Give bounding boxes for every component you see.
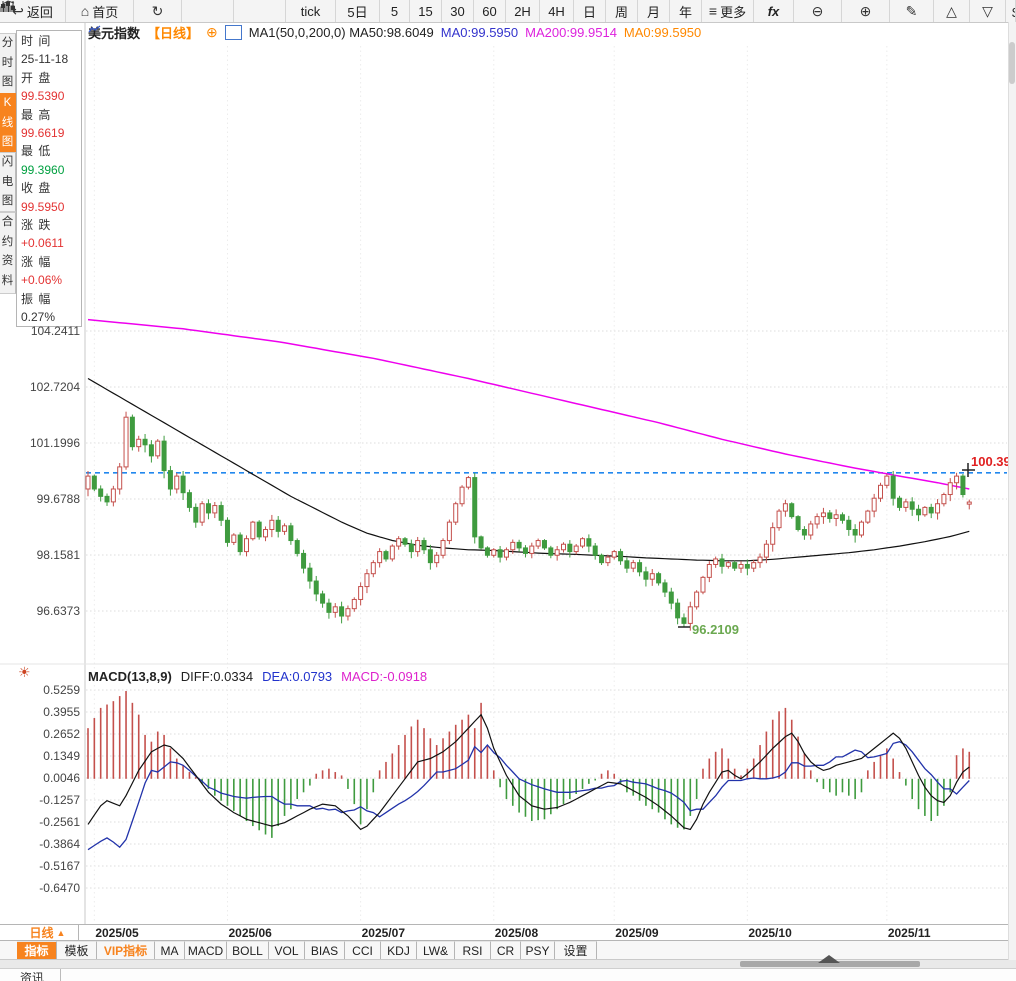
period-tag: 【日线】 [147,23,199,42]
main-y-axis-label: 102.7204 [18,380,80,394]
news-row [0,968,1016,981]
indicator-tab-RSI[interactable]: RSI [455,941,491,959]
x-axis-label: 2025/06 [228,926,271,940]
indicator-tab-设置[interactable]: 设置 [555,941,597,959]
indicator-tab-指标[interactable]: 指标 [17,941,57,959]
side-tab-3[interactable]: 闪电图 [0,152,16,212]
indicator-tab-模板[interactable]: 模板 [57,941,97,959]
candles-layer [86,412,971,631]
macd-y-axis-label: -0.2561 [18,815,80,829]
macd-y-axis-label: 0.3955 [18,705,80,719]
quote-label: 收 盘 [21,179,81,197]
main-y-axis-label: 104.2411 [18,324,80,338]
quote-value: 99.5390 [21,87,81,105]
quote-value: 99.6619 [21,124,81,142]
period-selector[interactable]: 日线 ▲ [17,925,79,940]
indicator-tab-PSY[interactable]: PSY [521,941,555,959]
main-y-axis-label: 96.6373 [18,604,80,618]
main-y-axis-label: 98.1581 [18,548,80,562]
quote-label: 涨 幅 [21,253,81,271]
quote-value: 99.5950 [21,198,81,216]
ma200-label: MA200:99.9514 [525,25,617,40]
period-arrow-icon: ▲ [57,928,66,938]
lowest-price-label: 96.2109 [692,622,739,637]
quote-value: +0.0611 [21,234,81,252]
quote-label: 开 盘 [21,69,81,87]
indicator-tab-MACD[interactable]: MACD [185,941,227,959]
side-tab-2[interactable]: K线图 [0,93,16,153]
indicator-settings-icon[interactable]: ☀ [18,665,31,679]
x-axis-label: 2025/08 [495,926,538,940]
right-scrollbar-thumb[interactable] [1009,42,1015,84]
indicator-tab-VIP指标[interactable]: VIP指标 [97,941,155,959]
indicator-tab-bar: 指标模板VIP指标MAMACDBOLLVOLBIASCCIKDJLW&RSICR… [0,941,1016,960]
main-y-axis-label: 101.1996 [18,436,80,450]
indicator-tab-LW&[interactable]: LW& [417,941,455,959]
quote-label: 最 高 [21,106,81,124]
quote-label: 最 低 [21,142,81,160]
macd-y-axis-label: -0.5167 [18,859,80,873]
indicator-tab-BOLL[interactable]: BOLL [227,941,269,959]
ma0-blue-label: MA0:99.5950 [441,25,518,40]
indicator-tab-CCI[interactable]: CCI [345,941,381,959]
main-chart-canvas[interactable] [0,0,1016,981]
quote-label: 振 幅 [21,290,81,308]
ma-settings-label[interactable]: MA1(50,0,200,0) MA50:98.6049 [249,25,434,40]
macd-y-axis-label: 0.1349 [18,749,80,763]
x-axis-label: 2025/07 [362,926,405,940]
news-tab[interactable]: 资讯 [17,969,61,981]
main-y-axis-label: 99.6788 [18,492,80,506]
period-label: 日线 [30,924,54,941]
x-axis-label: 2025/10 [748,926,791,940]
quote-value: 25-11-18 [21,50,81,68]
quote-label: 涨 跌 [21,216,81,234]
x-axis-label: 2025/11 [888,926,931,940]
chart-header: 美元指数 【日线】 ⊕ MA1(50,0,200,0) MA50:98.6049… [88,24,701,40]
indicator-tab-BIAS[interactable]: BIAS [305,941,345,959]
indicator-tab-CR[interactable]: CR [491,941,521,959]
quote-value: 99.3960 [21,161,81,179]
quote-panel: 时 间25-11-18开 盘99.5390最 高99.6619最 低99.396… [16,30,82,327]
x-axis-label: 2025/09 [615,926,658,940]
markers-layer [678,463,975,627]
macd-y-axis-label: 0.0046 [18,771,80,785]
panel-expand-grip[interactable] [818,955,840,963]
macd-y-axis-label: -0.3864 [18,837,80,851]
side-tab-1[interactable]: 分时图 [0,33,16,94]
macd-header: MACD(13,8,9) DIFF:0.0334 DEA:0.0793 MACD… [88,669,427,684]
indicator-tab-KDJ[interactable]: KDJ [381,941,417,959]
x-axis-label: 2025/05 [95,926,138,940]
macd-y-axis-label: -0.1257 [18,793,80,807]
macd-title[interactable]: MACD(13,8,9) [88,669,172,684]
ma0-orange-label: MA0:99.5950 [624,25,701,40]
right-scrollbar-track[interactable] [1008,22,1016,960]
macd-hist-value: MACD:-0.0918 [341,669,427,684]
mini-chart-icon[interactable] [225,25,242,40]
macd-y-axis-label: -0.6470 [18,881,80,895]
indicator-lines-layer [88,320,969,850]
side-tab-4[interactable]: 合约资料 [0,212,16,294]
macd-diff-value: DIFF:0.0334 [181,669,253,684]
quote-value: +0.06% [21,271,81,289]
quote-label: 时 间 [21,32,81,50]
indicator-tab-VOL[interactable]: VOL [269,941,305,959]
macd-y-axis-label: 0.2652 [18,727,80,741]
trading-app-window: ↩ 返回 ⌂ 首页 ↻ tick 5日 5 15 30 60 2H 4H 日 周 [0,0,1016,981]
indicator-tab-MA[interactable]: MA [155,941,185,959]
macd-dea-value: DEA:0.0793 [262,669,332,684]
macd-y-axis-label: 0.5259 [18,683,80,697]
gridlines-layer [0,22,1016,941]
crosshair-add-icon[interactable]: ⊕ [206,24,218,41]
